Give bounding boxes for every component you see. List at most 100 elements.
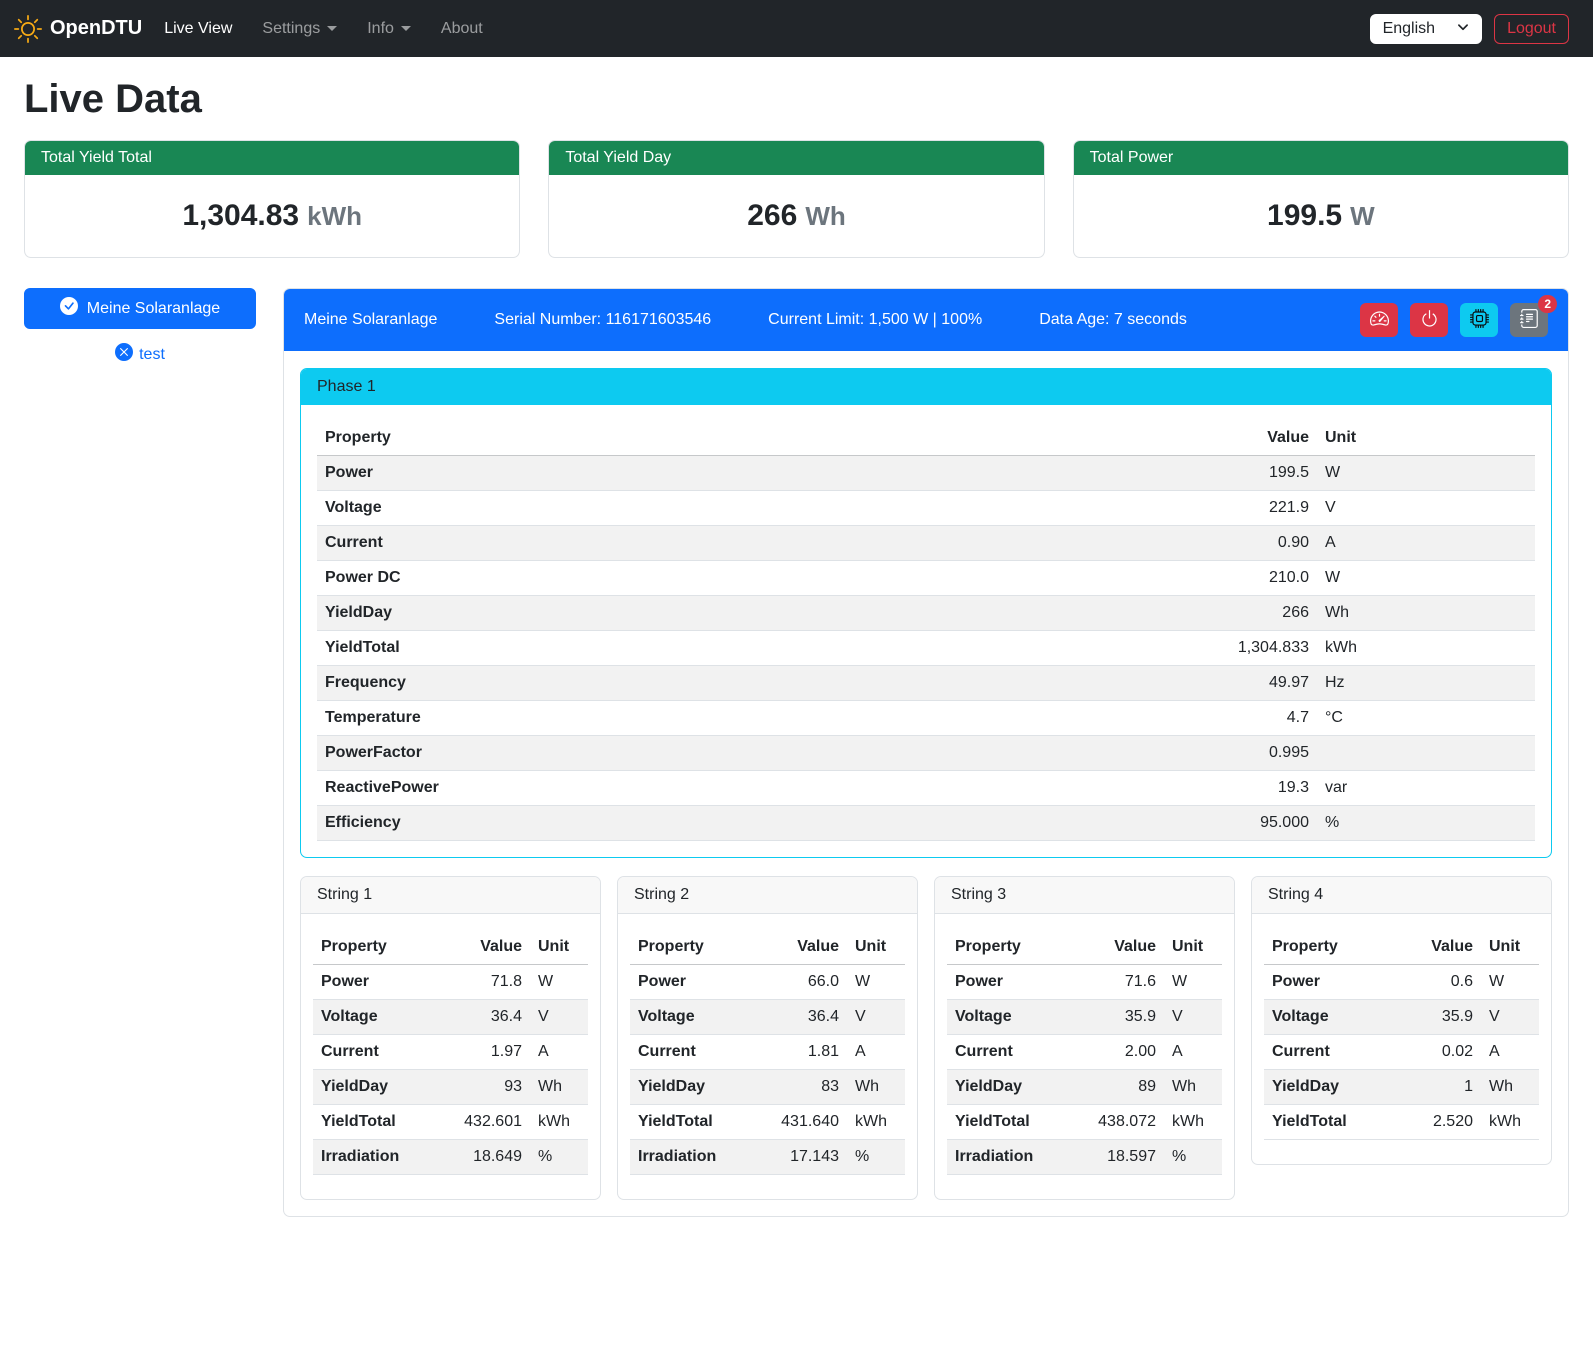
property-cell: Irradiation — [630, 1140, 755, 1175]
language-select[interactable]: English — [1370, 14, 1482, 44]
table-row: Current1.97A — [313, 1035, 588, 1070]
column-header: Value — [1207, 421, 1317, 456]
table-row: Voltage35.9V — [1264, 1000, 1539, 1035]
string-2-table: PropertyValueUnitPower66.0WVoltage36.4VC… — [630, 930, 905, 1175]
journal-icon — [1520, 309, 1539, 331]
unit-cell: W — [1164, 965, 1222, 1000]
table-row: Efficiency95.000% — [317, 806, 1535, 841]
property-cell: Power — [947, 965, 1072, 1000]
property-cell: YieldDay — [1264, 1070, 1389, 1105]
unit-cell: A — [530, 1035, 588, 1070]
property-cell: Power — [317, 456, 1207, 491]
inverter-actions: 2 — [1360, 303, 1548, 337]
column-header: Value — [755, 930, 847, 965]
table-row: ReactivePower19.3var — [317, 771, 1535, 806]
property-cell: Current — [1264, 1035, 1389, 1070]
value-cell: 0.90 — [1207, 526, 1317, 561]
table-row: YieldTotal432.601kWh — [313, 1105, 588, 1140]
unit-cell: W — [1317, 456, 1535, 491]
column-header: Property — [947, 930, 1072, 965]
unit-cell: kWh — [1317, 631, 1535, 666]
column-header: Value — [1072, 930, 1164, 965]
unit-cell: Wh — [1317, 596, 1535, 631]
unit-cell: V — [847, 1000, 905, 1035]
sun-icon — [14, 15, 42, 43]
string-card-title: String 4 — [1252, 877, 1551, 914]
limit-settings-button[interactable] — [1360, 303, 1398, 337]
inverter-test-label: test — [139, 346, 165, 364]
value-cell: 83 — [755, 1070, 847, 1105]
inverter-name: Meine Solaranlage — [304, 311, 437, 329]
unit-cell: V — [1164, 1000, 1222, 1035]
table-row: YieldTotal431.640kWh — [630, 1105, 905, 1140]
value-cell: 66.0 — [755, 965, 847, 1000]
unit-cell: V — [1317, 491, 1535, 526]
unit-cell: kWh — [530, 1105, 588, 1140]
nav-item-about[interactable]: About — [441, 20, 483, 38]
property-cell: YieldDay — [947, 1070, 1072, 1105]
brand[interactable]: OpenDTU — [14, 15, 142, 43]
column-header: Unit — [1317, 421, 1535, 456]
nav-links: Live View Settings Info About — [164, 20, 1369, 38]
unit-cell: Wh — [1164, 1070, 1222, 1105]
table-row: Current2.00A — [947, 1035, 1222, 1070]
navbar-right: English Logout — [1370, 14, 1569, 44]
column-header: Property — [313, 930, 438, 965]
property-cell: Irradiation — [313, 1140, 438, 1175]
table-row: Power66.0W — [630, 965, 905, 1000]
property-cell: YieldDay — [317, 596, 1207, 631]
property-cell: Frequency — [317, 666, 1207, 701]
nav-item-info[interactable]: Info — [367, 20, 411, 38]
speedometer-icon — [1370, 309, 1389, 331]
table-row: YieldTotal1,304.833kWh — [317, 631, 1535, 666]
logout-button[interactable]: Logout — [1494, 14, 1569, 44]
card-unit: kWh — [307, 201, 362, 231]
string-3-table: PropertyValueUnitPower71.6WVoltage35.9VC… — [947, 930, 1222, 1175]
nav-item-live-view[interactable]: Live View — [164, 20, 232, 38]
string-4-card: String 4 PropertyValueUnitPower0.6WVolta… — [1251, 876, 1552, 1165]
cpu-icon — [1470, 309, 1489, 331]
card-title: Total Yield Day — [549, 141, 1043, 175]
property-cell: Voltage — [947, 1000, 1072, 1035]
column-header: Property — [1264, 930, 1389, 965]
value-cell: 0.6 — [1389, 965, 1481, 1000]
unit-cell: kWh — [1164, 1105, 1222, 1140]
string-3-card: String 3 PropertyValueUnitPower71.6WVolt… — [934, 876, 1235, 1200]
phase-panel-title: Phase 1 — [301, 369, 1551, 405]
column-header: Unit — [530, 930, 588, 965]
unit-cell: V — [1481, 1000, 1539, 1035]
table-row: Power71.8W — [313, 965, 588, 1000]
value-cell: 19.3 — [1207, 771, 1317, 806]
value-cell: 18.649 — [438, 1140, 530, 1175]
page-content: Live Data Total Yield Total 1,304.83kWh … — [0, 57, 1593, 1241]
inverter-button-selected[interactable]: Meine Solaranlage — [24, 288, 256, 329]
unit-cell: W — [530, 965, 588, 1000]
string-card-body: PropertyValueUnitPower71.6WVoltage35.9VC… — [935, 914, 1234, 1199]
property-cell: Voltage — [1264, 1000, 1389, 1035]
power-button[interactable] — [1410, 303, 1448, 337]
value-cell: 266 — [1207, 596, 1317, 631]
inverter-button-test[interactable]: test — [24, 343, 256, 366]
table-row: YieldDay89Wh — [947, 1070, 1222, 1105]
device-info-button[interactable] — [1460, 303, 1498, 337]
table-row: Current0.02A — [1264, 1035, 1539, 1070]
unit-cell: % — [1317, 806, 1535, 841]
string-1-table: PropertyValueUnitPower71.8WVoltage36.4VC… — [313, 930, 588, 1175]
property-cell: ReactivePower — [317, 771, 1207, 806]
string-1-card: String 1 PropertyValueUnitPower71.8WVolt… — [300, 876, 601, 1200]
table-row: Voltage221.9V — [317, 491, 1535, 526]
table-row: Voltage36.4V — [313, 1000, 588, 1035]
summary-cards-row: Total Yield Total 1,304.83kWh Total Yiel… — [24, 140, 1569, 258]
unit-cell: Wh — [530, 1070, 588, 1105]
event-log-button[interactable]: 2 — [1510, 303, 1548, 337]
total-power-card: Total Power 199.5W — [1073, 140, 1569, 258]
column-header: Property — [630, 930, 755, 965]
column-header: Value — [1389, 930, 1481, 965]
check-circle-icon — [60, 297, 78, 320]
unit-cell: W — [1481, 965, 1539, 1000]
table-row: YieldTotal2.520kWh — [1264, 1105, 1539, 1140]
unit-cell: kWh — [847, 1105, 905, 1140]
value-cell: 89 — [1072, 1070, 1164, 1105]
unit-cell: W — [1317, 561, 1535, 596]
nav-item-settings[interactable]: Settings — [262, 20, 337, 38]
